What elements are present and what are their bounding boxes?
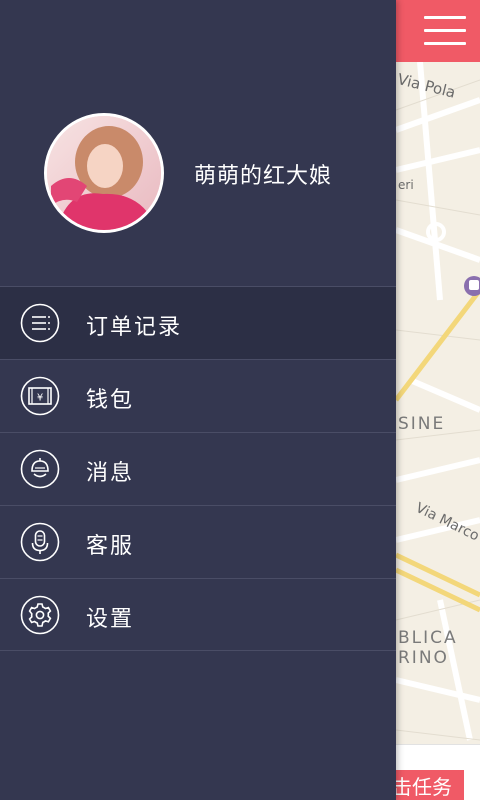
menu-item-label: 客服 — [86, 534, 135, 559]
map-street-label: eri — [398, 178, 414, 192]
menu-item-label: 订单记录 — [86, 315, 183, 340]
map-district-label: BLICA — [398, 628, 458, 648]
list-icon — [20, 303, 60, 343]
menu-item-customer-service[interactable]: 客服 — [0, 505, 396, 578]
task-button[interactable]: 击任务 — [388, 770, 464, 800]
wallet-icon: ¥ — [20, 376, 60, 416]
drawer-menu: 订单记录 ¥ 钱包 消息 客服 设置 — [0, 286, 396, 651]
username: 萌萌的红大娘 — [194, 164, 333, 189]
menu-item-label: 消息 — [86, 461, 135, 486]
menu-item-settings[interactable]: 设置 — [0, 578, 396, 651]
map-district-label: SINE — [398, 414, 446, 434]
menu-item-label: 设置 — [86, 607, 135, 632]
menu-item-order-history[interactable]: 订单记录 — [0, 286, 396, 359]
message-icon — [20, 449, 60, 489]
menu-item-label: 钱包 — [86, 388, 135, 413]
gear-icon — [20, 595, 60, 635]
microphone-icon — [20, 522, 60, 562]
menu-item-wallet[interactable]: ¥ 钱包 — [0, 359, 396, 432]
navigation-drawer: 萌萌的红大娘 订单记录 ¥ 钱包 消息 客服 设置 — [0, 0, 396, 800]
hamburger-menu-icon[interactable] — [424, 12, 466, 50]
user-avatar[interactable] — [44, 113, 164, 233]
profile-section[interactable]: 萌萌的红大娘 — [0, 0, 396, 286]
menu-item-messages[interactable]: 消息 — [0, 432, 396, 505]
svg-text:¥: ¥ — [37, 393, 43, 404]
map-district-label: RINO — [398, 648, 449, 668]
